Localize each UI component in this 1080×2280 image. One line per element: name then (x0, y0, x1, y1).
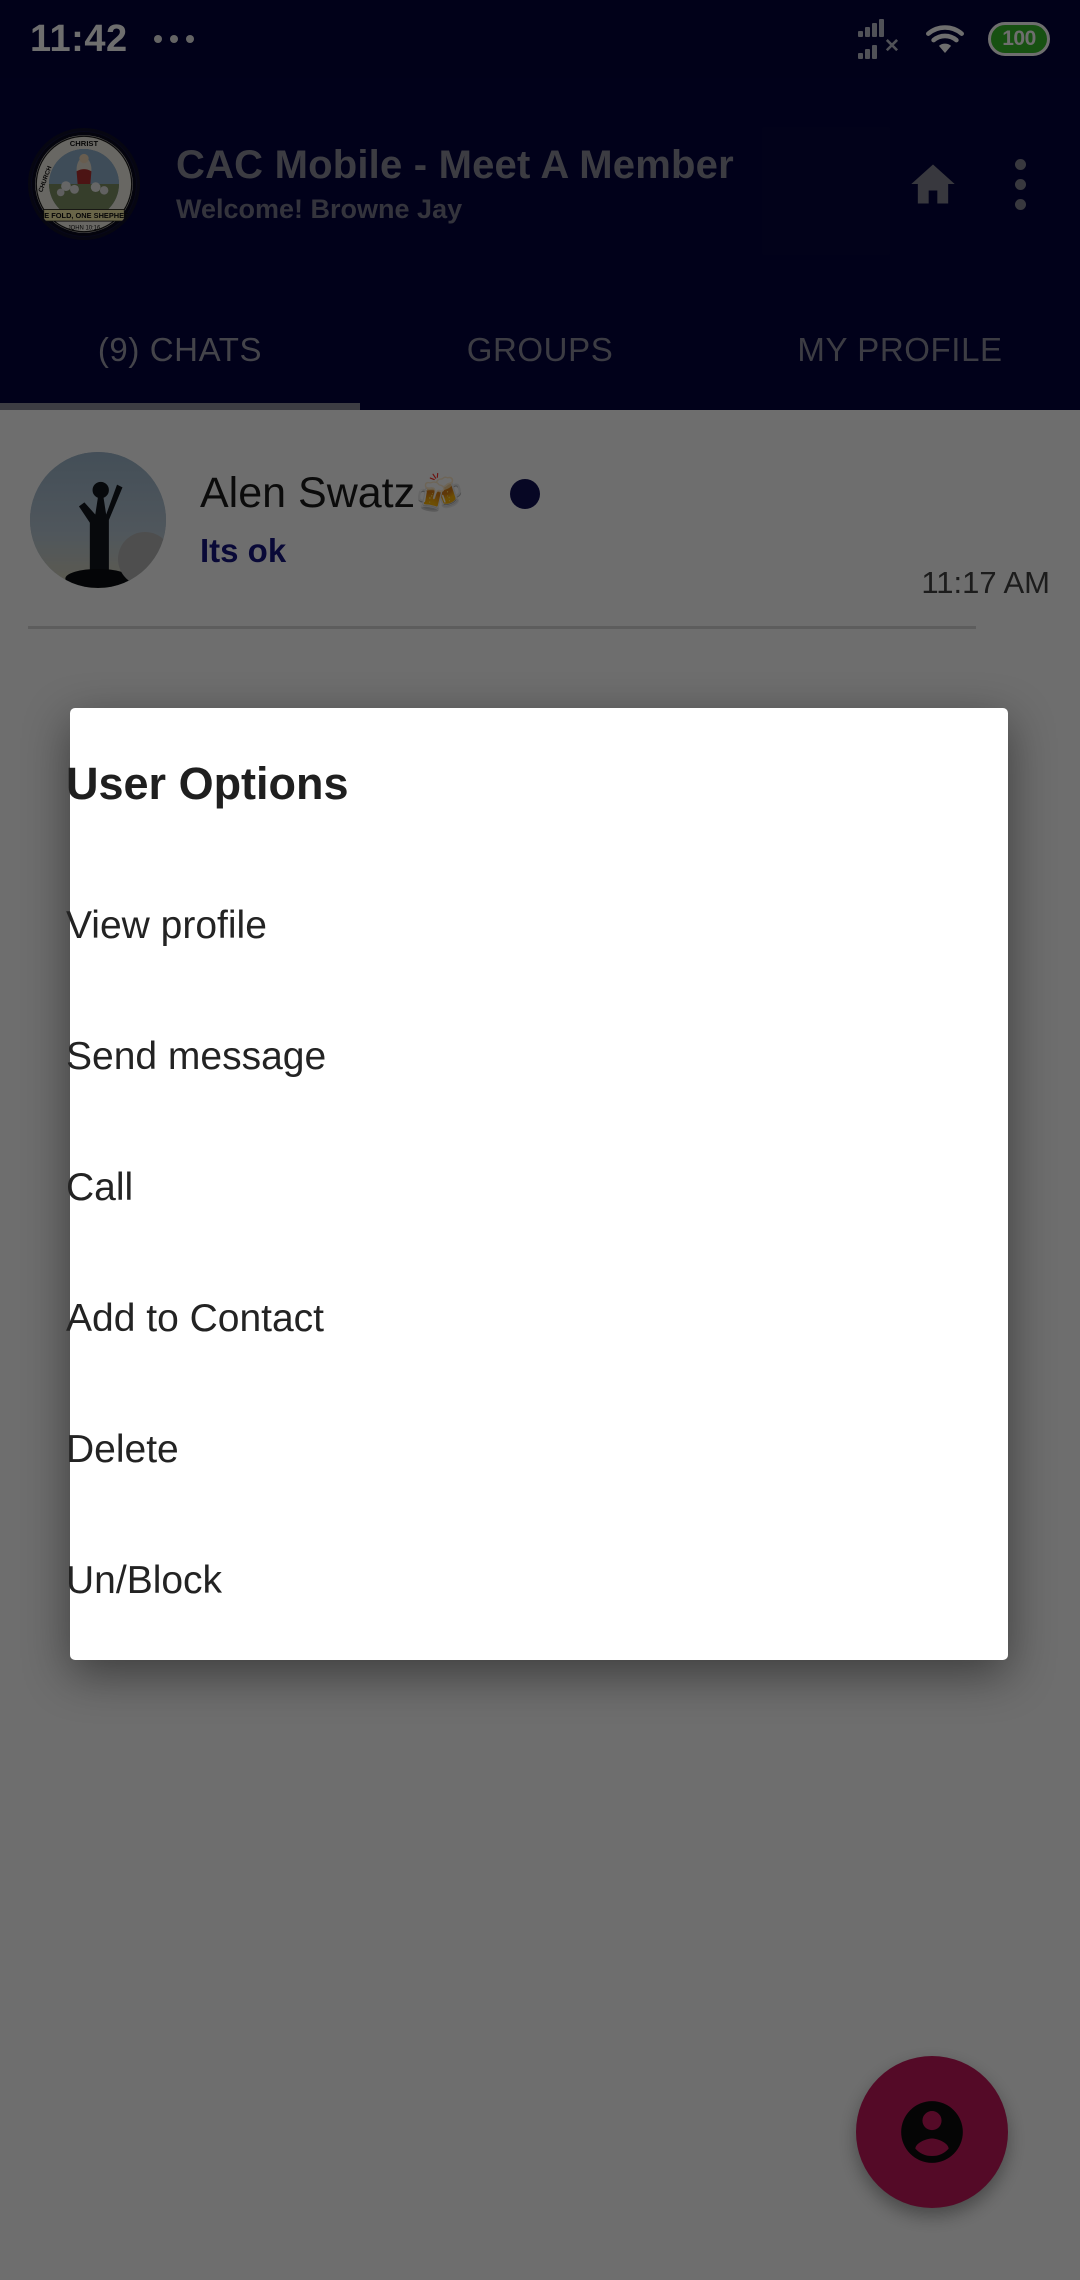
dialog-item-view-profile[interactable]: View profile (0, 860, 1080, 991)
dialog-option-list: View profile Send message Call Add to Co… (0, 860, 1080, 1646)
dialog-item-call[interactable]: Call (0, 1122, 1080, 1253)
dialog-item-un-block[interactable]: Un/Block (0, 1515, 1080, 1646)
phone-screen: 11:42 ✕ 100 (0, 0, 1080, 2280)
dialog-item-send-message[interactable]: Send message (0, 991, 1080, 1122)
dialog-item-delete[interactable]: Delete (0, 1384, 1080, 1515)
dialog-item-add-to-contact[interactable]: Add to Contact (0, 1253, 1080, 1384)
dialog-title: User Options (66, 758, 349, 809)
